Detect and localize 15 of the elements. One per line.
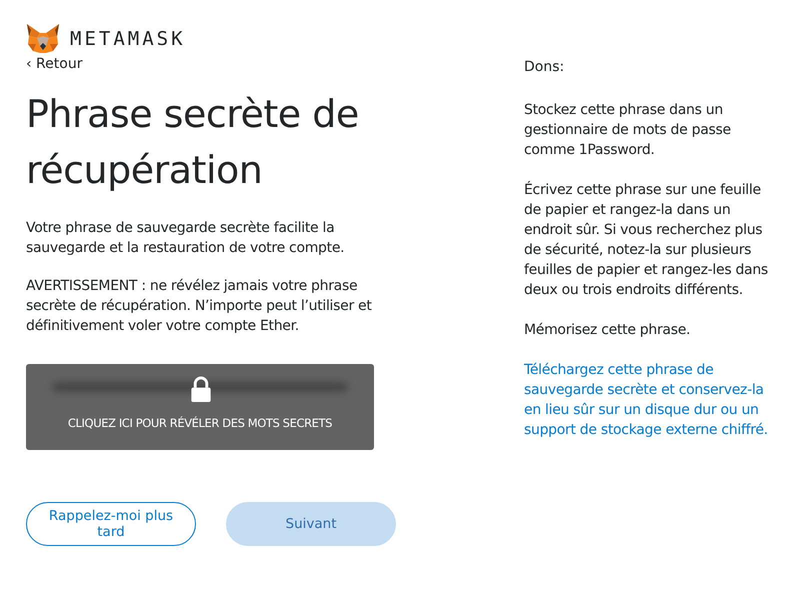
remind-later-button[interactable]: Rappelez-moi plus tard [26,502,196,546]
tips-heading: Dons: [524,58,566,77]
brand-name: METAMASK [70,28,186,50]
tip-text: Mémorisez cette phrase. [524,321,692,340]
body-text: AVERTISSEMENT : ne révélez jamais votre phrase secrète de récupération. N’importe peut l’utiliser et définitivement voler votre compte Ether. [26,277,373,336]
tip-text: Écrivez cette phrase sur une feuille de papier et rangez-la dans un endroit sûr. Si vous recherchez plus de sécurité, notez-la sur plusieurs feuilles de papier et rangez-les dans deux ou trois endroits différents. [524,180,769,300]
tip-text: Stockez cette phrase dans un gestionnaire de mots de passe comme 1Password. [524,101,732,160]
body-text: Votre phrase de sauvegarde secrète facilite la sauvegarde et la restauration de votre compte. [26,219,346,258]
lock-icon [189,376,213,403]
reveal-label: CLIQUEZ ICI POUR RÉVÉLER DES MOTS SECRETS [68,416,332,430]
fox-logo-icon [26,24,60,54]
back-link[interactable]: ‹ Retour [26,54,82,74]
download-link[interactable]: Téléchargez cette phrase de sauvegarde secrète et conservez-la en lieu sûr sur un disque dur ou un support de stockage externe chiffré. [524,360,776,440]
reveal-panel[interactable]: CLIQUEZ ICI POUR RÉVÉLER DES MOTS SECRETS [26,364,374,450]
page-title: Phrase secrète de récupération [26,91,360,194]
